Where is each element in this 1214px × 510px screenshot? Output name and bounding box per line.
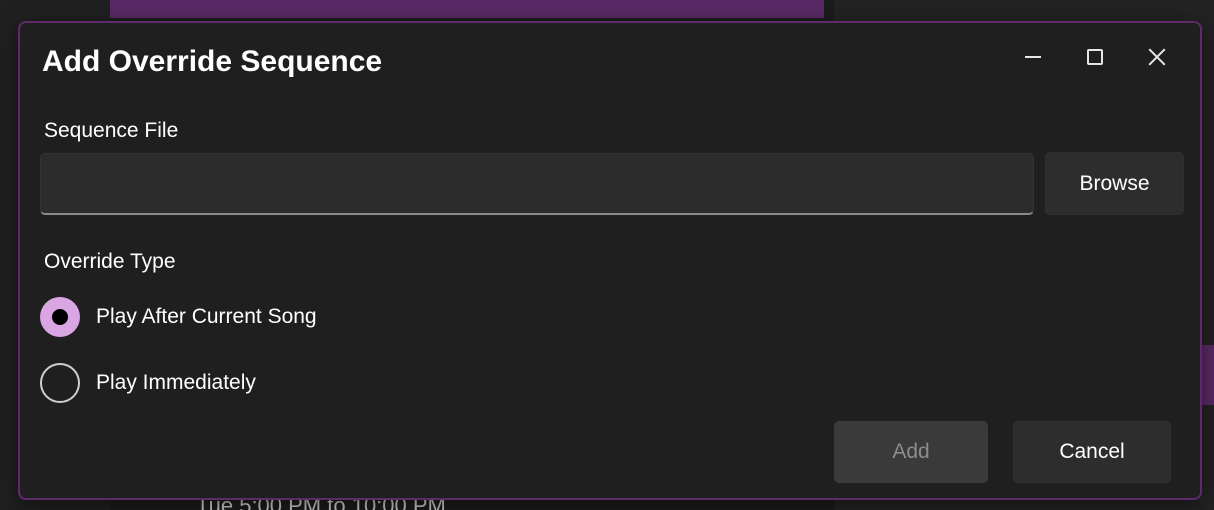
- minimize-button[interactable]: [1002, 35, 1064, 79]
- radio-checked-icon[interactable]: [40, 297, 80, 337]
- radio-play-after-current-song[interactable]: Play After Current Song: [40, 297, 317, 337]
- radio-unchecked-icon[interactable]: [40, 363, 80, 403]
- radio-dot: [52, 309, 68, 325]
- add-override-sequence-dialog: Add Override Sequence Sequence File Brow…: [18, 21, 1202, 500]
- sequence-file-label: Sequence File: [44, 119, 179, 142]
- add-button[interactable]: Add: [834, 421, 988, 483]
- radio-label: Play After Current Song: [96, 305, 317, 328]
- browse-button[interactable]: Browse: [1045, 152, 1184, 215]
- cancel-button[interactable]: Cancel: [1013, 421, 1171, 483]
- dialog-title: Add Override Sequence: [42, 45, 383, 78]
- radio-label: Play Immediately: [96, 371, 256, 394]
- close-button[interactable]: [1126, 35, 1188, 79]
- close-icon: [1148, 48, 1166, 66]
- window-controls: [1002, 35, 1188, 79]
- background-accent-tab: [1200, 345, 1214, 405]
- minimize-icon: [1025, 56, 1041, 58]
- sequence-file-input[interactable]: [40, 153, 1034, 215]
- radio-play-immediately[interactable]: Play Immediately: [40, 363, 256, 403]
- background-accent-bar: [110, 0, 824, 18]
- override-type-label: Override Type: [44, 250, 176, 273]
- maximize-icon: [1087, 49, 1103, 65]
- maximize-button[interactable]: [1064, 35, 1126, 79]
